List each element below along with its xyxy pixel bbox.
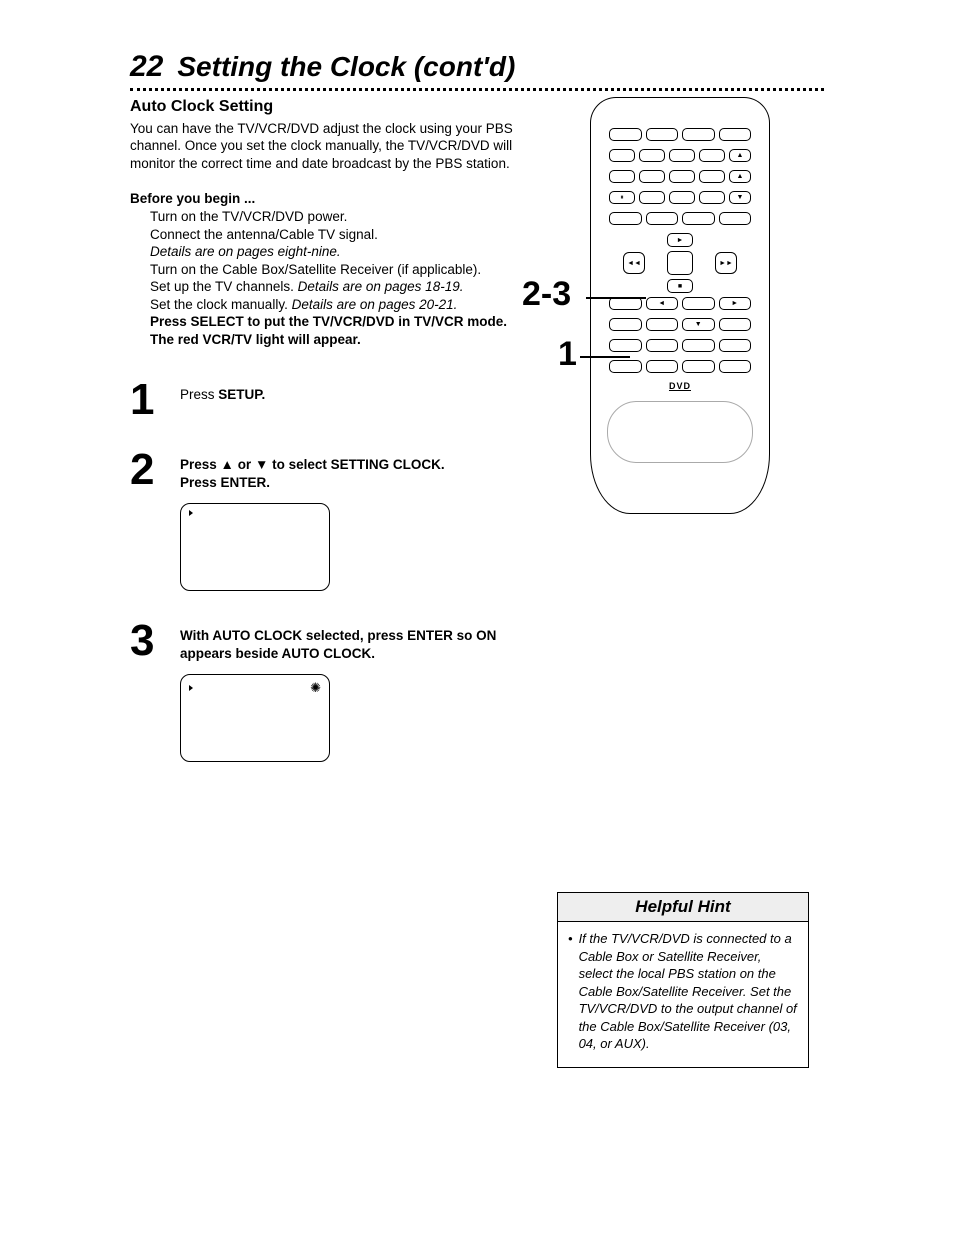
- step-3: 3 With AUTO CLOCK selected, press ENTER …: [130, 619, 530, 762]
- busy-icon: ✺: [310, 681, 321, 694]
- rewind-icon: ◄◄: [623, 252, 645, 274]
- before-list: Turn on the TV/VCR/DVD power. Connect th…: [150, 208, 530, 348]
- before-line: Turn on the TV/VCR/DVD power.: [150, 208, 530, 226]
- hint-title: Helpful Hint: [558, 893, 808, 922]
- down-icon: ▼: [729, 191, 751, 204]
- screen-illustration: ✺: [180, 674, 330, 762]
- dpad: ► ■ ◄◄ ►►: [607, 233, 753, 293]
- remote-illustration-wrap: 2-3 1 ▲ ▲ ⏸▼ ► ■ ◄◄ ►►: [550, 97, 824, 514]
- eject-icon: ▲: [729, 149, 751, 162]
- right-column: 2-3 1 ▲ ▲ ⏸▼ ► ■ ◄◄ ►►: [550, 97, 824, 790]
- down-arrow-icon: ▼: [682, 318, 715, 331]
- step-1: 1 Press SETUP.: [130, 378, 530, 420]
- helpful-hint-box: Helpful Hint • If the TV/VCR/DVD is conn…: [557, 892, 809, 1068]
- before-line-ital: Details are on pages eight-nine.: [150, 243, 530, 261]
- cursor-icon: [189, 510, 193, 516]
- left-icon: ◄: [646, 297, 679, 310]
- remote-lower-pad: [607, 401, 753, 463]
- dvd-logo: DVD: [607, 381, 753, 391]
- step-2: 2 Press ▲ or ▼ to select SETTING CLOCK. …: [130, 448, 530, 591]
- hint-body: • If the TV/VCR/DVD is connected to a Ca…: [558, 922, 808, 1067]
- section-heading: Auto Clock Setting: [130, 97, 530, 118]
- up-arrow-icon: ▲: [221, 457, 234, 472]
- down-arrow-icon: ▼: [255, 457, 268, 472]
- step-body: Press ▲ or ▼ to select SETTING CLOCK. Pr…: [180, 448, 445, 591]
- left-column: Auto Clock Setting You can have the TV/V…: [130, 97, 530, 790]
- manual-page: 22 Setting the Clock (cont'd) Auto Clock…: [0, 0, 954, 830]
- up-icon: ▲: [729, 170, 751, 183]
- before-heading: Before you begin ...: [130, 190, 530, 208]
- before-line: Turn on the Cable Box/Satellite Receiver…: [150, 261, 530, 279]
- before-line: Connect the antenna/Cable TV signal.: [150, 226, 530, 244]
- callout-2-3: 2-3: [522, 275, 571, 314]
- step-body: With AUTO CLOCK selected, press ENTER so…: [180, 619, 530, 762]
- remote-outline: ▲ ▲ ⏸ ▼ ► ■ ◄◄ ►► ◄ ► ▼ DVD: [590, 97, 770, 514]
- before-line: Set the clock manually. Details are on p…: [150, 296, 530, 314]
- title-divider: [130, 88, 824, 91]
- cursor-icon: [189, 685, 193, 691]
- callout-1: 1: [558, 335, 577, 374]
- page-number: 22: [130, 50, 163, 84]
- play-up-icon: ►: [667, 233, 693, 247]
- steps-list: 1 Press SETUP. 2 Press ▲ or ▼ t: [130, 378, 530, 762]
- screen-illustration: [180, 503, 330, 591]
- dpad-center: [667, 251, 693, 275]
- before-line-bold: Press SELECT to put the TV/VCR/DVD in TV…: [150, 313, 530, 348]
- right-icon: ►: [719, 297, 752, 310]
- bullet-icon: •: [568, 930, 573, 1053]
- before-line: Set up the TV channels. Details are on p…: [150, 278, 530, 296]
- callout-line: [586, 297, 646, 299]
- step-body: Press SETUP.: [180, 378, 265, 404]
- callout-line: [580, 356, 630, 358]
- hint-text: If the TV/VCR/DVD is connected to a Cabl…: [579, 930, 798, 1053]
- section-intro: You can have the TV/VCR/DVD adjust the c…: [130, 120, 530, 173]
- step-number: 1: [130, 378, 180, 420]
- content-columns: Auto Clock Setting You can have the TV/V…: [130, 97, 824, 790]
- step-number: 2: [130, 448, 180, 490]
- pause-icon: ⏸: [609, 191, 635, 204]
- page-title-row: 22 Setting the Clock (cont'd): [130, 50, 824, 84]
- forward-icon: ►►: [715, 252, 737, 274]
- step-number: 3: [130, 619, 180, 661]
- page-title: Setting the Clock (cont'd): [177, 51, 515, 83]
- stop-icon: ■: [667, 279, 693, 293]
